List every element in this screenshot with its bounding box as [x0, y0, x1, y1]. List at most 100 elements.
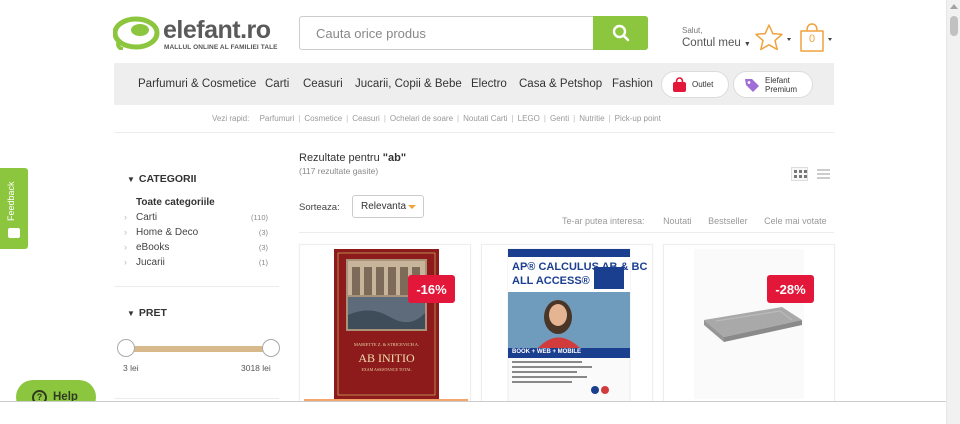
scrollbar[interactable] [946, 0, 960, 424]
interest-label: Te-ar putea interesa: [562, 216, 645, 226]
discount-badge: -28% [767, 275, 814, 303]
nav-item-carti[interactable]: Carti [265, 78, 289, 90]
nav-item-parfumuri-cosmetice[interactable]: Parfumuri & Cosmetice [138, 78, 256, 90]
divider [114, 286, 279, 287]
category-item[interactable]: › Jucarii (1) [124, 257, 268, 271]
category-name: eBooks [136, 242, 170, 253]
categories-title[interactable]: ▼ CATEGORII [127, 173, 196, 185]
wishlist-button[interactable] [754, 22, 794, 54]
shopping-bag-icon [673, 76, 686, 92]
search-icon [612, 24, 629, 42]
account-label: Contul meu [682, 37, 741, 49]
premium-button[interactable]: Elefant Premium [733, 71, 813, 98]
interest-filters: Te-ar putea interesa: Noutati Bestseller… [562, 216, 827, 226]
chevron-right-icon: › [124, 212, 127, 222]
cart-button[interactable]: 0 [798, 22, 838, 54]
chevron-down-icon: ▼ [743, 41, 751, 48]
elephant-logo-icon [113, 16, 160, 50]
quick-link-ochelari[interactable]: Ochelari de soare [390, 114, 453, 123]
feedback-tab[interactable]: Feedback [0, 168, 28, 249]
price-slider-track[interactable] [126, 346, 271, 352]
scrollbar-thumb[interactable] [950, 16, 958, 36]
quick-link-nutritie[interactable]: Nutritie [579, 114, 604, 123]
feedback-label: Feedback [6, 181, 16, 221]
chevron-right-icon: › [124, 257, 127, 267]
chevron-right-icon: › [124, 227, 127, 237]
results-count: (117 rezultate gasite) [299, 166, 379, 176]
product-card[interactable]: -28% [663, 244, 835, 424]
grid-view-icon[interactable] [791, 167, 808, 181]
book-title: AP® CALCULUS AB & BC [512, 261, 648, 273]
category-item[interactable]: › eBooks (3) [124, 242, 268, 256]
caret-down-icon: ▼ [127, 175, 135, 184]
divider [114, 132, 834, 133]
quick-link-cosmetice[interactable]: Cosmetice [304, 114, 342, 123]
discount-badge: -16% [408, 275, 455, 303]
tag-icon [745, 78, 759, 92]
nav-item-casa-petshop[interactable]: Casa & Petshop [519, 78, 602, 90]
chevron-down-icon [408, 205, 416, 209]
category-count: (1) [258, 258, 268, 267]
category-count: (110) [251, 213, 268, 222]
price-slider-max-handle[interactable] [262, 339, 280, 357]
search-bar [299, 16, 648, 50]
category-count: (3) [258, 228, 268, 237]
product-card[interactable]: MARIETTE Z. & STRICEVICH A. AB INITIO EX… [299, 244, 471, 424]
book-author: MARIETTE Z. & STRICEVICH A. [353, 342, 420, 347]
category-item[interactable]: › Carti (110) [124, 212, 268, 226]
caret-down-icon: ▼ [127, 309, 135, 318]
account-menu[interactable]: Contul meu ▼ [682, 37, 751, 49]
price-title[interactable]: ▼ PRET [127, 307, 167, 319]
scroll-up-icon[interactable] [950, 4, 958, 9]
price-slider-min-handle[interactable] [117, 339, 135, 357]
filter-noutati[interactable]: Noutati [663, 216, 692, 226]
sort-select[interactable]: Relevanta [352, 195, 424, 218]
nav-item-electro[interactable]: Electro [471, 78, 507, 90]
product-image [304, 249, 468, 423]
quick-links: Vezi rapid: Parfumuri | Cosmetice | Ceasuri |… [212, 114, 661, 123]
nav-item-jucarii-copii-bebe[interactable]: Jucarii, Copii & Bebe [355, 78, 462, 90]
all-categories-link[interactable]: Toate categoriile [136, 197, 215, 208]
quick-link-parfumuri[interactable]: Parfumuri [260, 114, 295, 123]
book-subtitle: EXAM ASSISTANCE TOTAL [361, 367, 412, 372]
search-input[interactable] [300, 17, 594, 49]
quick-link-genti[interactable]: Genti [550, 114, 569, 123]
logo-tagline: MALLUL ONLINE AL FAMILIEI TALE [164, 44, 278, 51]
category-name: Carti [136, 212, 158, 223]
logo[interactable]: elefant.ro MALLUL ONLINE AL FAMILIEI TAL… [113, 16, 283, 51]
filter-bestseller[interactable]: Bestseller [708, 216, 748, 226]
product-image [694, 249, 804, 399]
search-button[interactable] [593, 16, 648, 50]
main-nav: Parfumuri & Cosmetice Carti Ceasuri Juca… [114, 63, 834, 105]
cart-count: 0 [808, 33, 816, 45]
star-icon [755, 24, 791, 51]
price-max-label: 3018 lei [241, 363, 271, 373]
quick-link-ceasuri[interactable]: Ceasuri [352, 114, 380, 123]
shopping-bag-icon [800, 23, 832, 52]
premium-label: Elefant Premium [765, 75, 798, 94]
book-subtitle: ALL ACCESS® [512, 275, 590, 287]
list-view-icon[interactable] [817, 169, 830, 179]
category-name: Jucarii [136, 257, 165, 268]
search-query: "ab" [382, 152, 407, 164]
outlet-button[interactable]: Outlet [661, 71, 729, 98]
quick-link-lego[interactable]: LEGO [518, 114, 540, 123]
quick-link-pickup-point[interactable]: Pick-up point [615, 114, 661, 123]
divider [299, 232, 834, 233]
category-name: Home & Deco [136, 227, 199, 238]
sort-label: Sorteaza: [299, 202, 340, 213]
category-item[interactable]: › Home & Deco (3) [124, 227, 268, 241]
sort-value: Relevanta [361, 201, 407, 212]
nav-item-ceasuri[interactable]: Ceasuri [303, 78, 343, 90]
filter-cele-mai-votate[interactable]: Cele mai votate [764, 216, 827, 226]
quick-link-noutati-carti[interactable]: Noutati Carti [463, 114, 507, 123]
bottom-bar [0, 401, 946, 424]
greeting-text: Salut, [682, 26, 703, 35]
chat-icon [8, 228, 20, 238]
product-card[interactable]: AP® CALCULUS AB & BC ALL ACCESS® BOOK + … [481, 244, 653, 424]
logo-text: elefant.ro [163, 16, 271, 44]
divider [114, 398, 279, 399]
results-title: Rezultate pentru "ab" [299, 152, 407, 164]
nav-item-fashion[interactable]: Fashion [612, 78, 653, 90]
outlet-label: Outlet [692, 80, 714, 89]
